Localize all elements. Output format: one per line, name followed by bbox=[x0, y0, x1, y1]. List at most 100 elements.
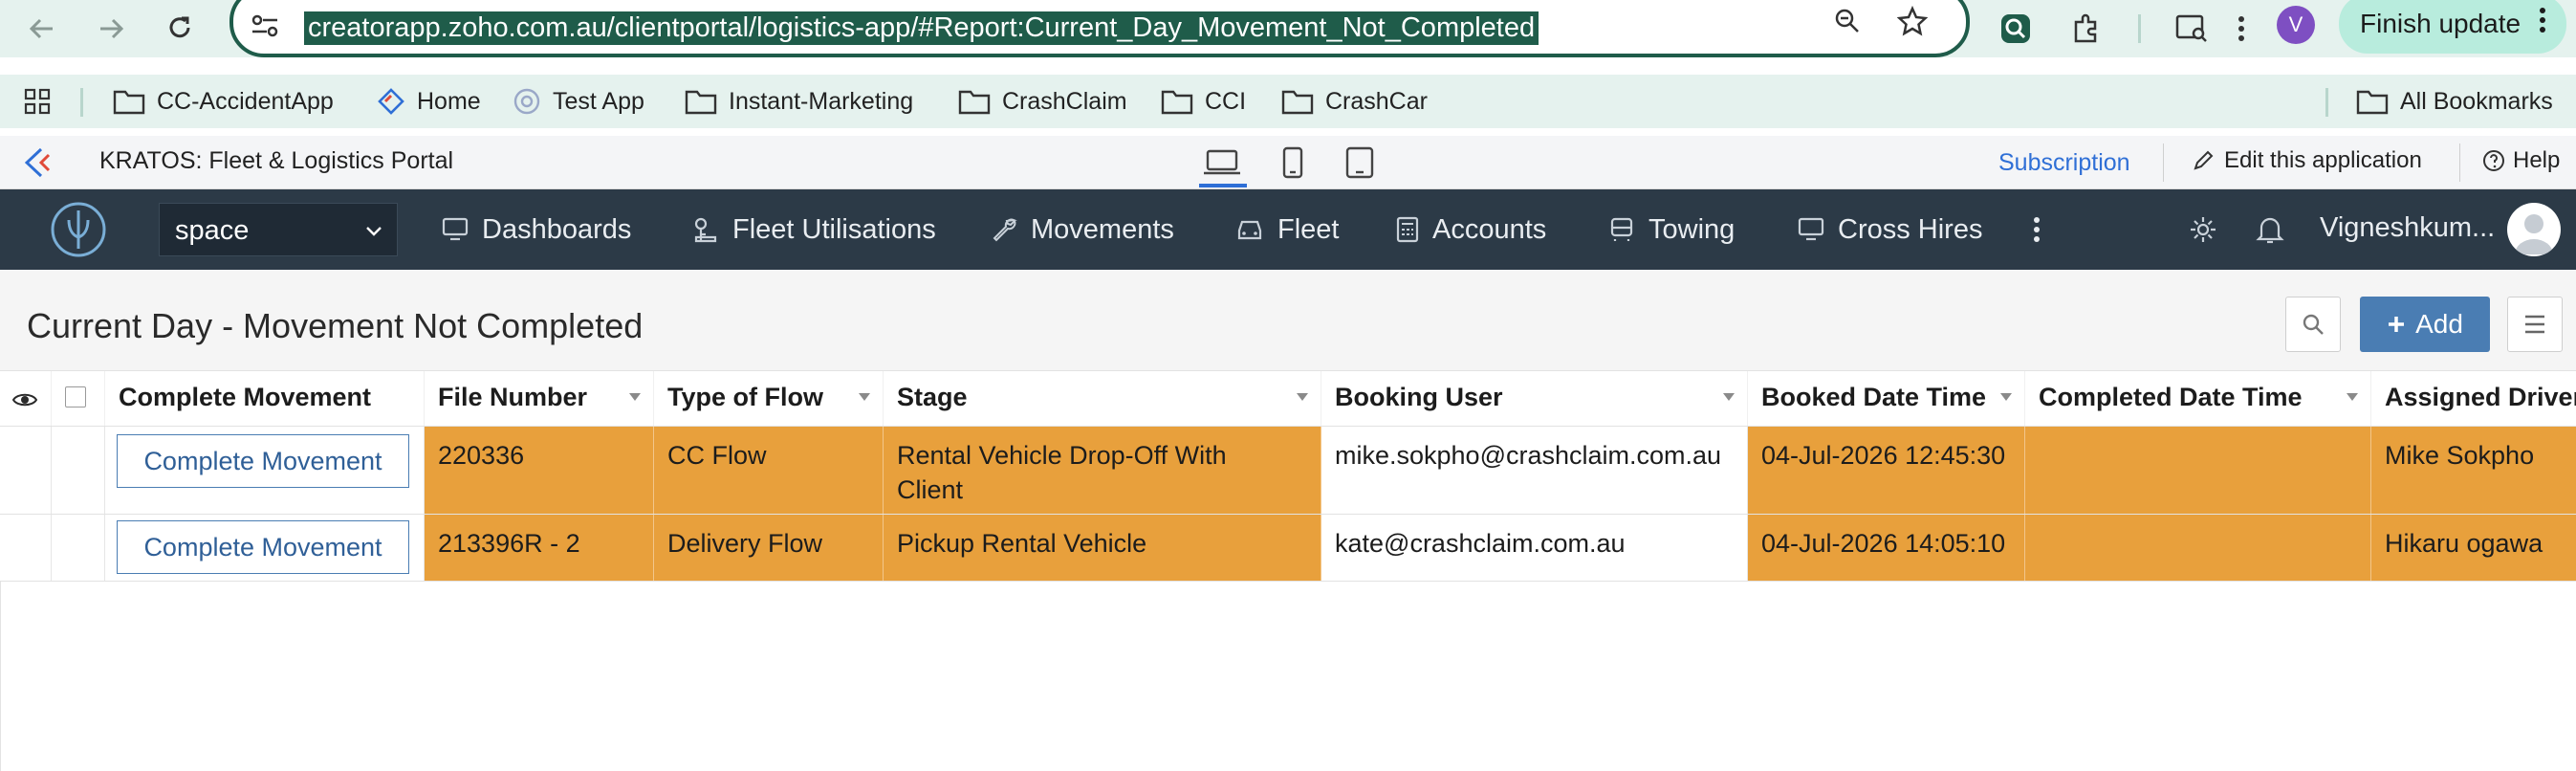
eye-icon bbox=[11, 393, 38, 407]
zoho-icon bbox=[378, 88, 404, 115]
pencil-icon bbox=[2194, 150, 2214, 170]
report-menu-button[interactable] bbox=[2507, 297, 2563, 352]
table-row[interactable]: Complete Movement 220336 CC Flow Rental … bbox=[0, 427, 2576, 515]
complete-movement-button[interactable]: Complete Movement bbox=[117, 434, 409, 488]
bookmark-label: CC-AccidentApp bbox=[157, 87, 334, 115]
column-header-label: Stage bbox=[897, 383, 968, 411]
settings-button[interactable] bbox=[2182, 209, 2224, 251]
column-header-booking-user[interactable]: Booking User bbox=[1321, 371, 1748, 426]
bookmark-crashcar[interactable]: CrashCar bbox=[1281, 84, 1428, 119]
caret-down-icon[interactable] bbox=[628, 392, 642, 402]
forward-button[interactable] bbox=[92, 10, 130, 48]
caret-down-icon[interactable] bbox=[2346, 392, 2359, 402]
address-bar[interactable]: creatorapp.zoho.com.au/clientportal/logi… bbox=[229, 0, 1970, 57]
nav-towing[interactable]: Towing bbox=[1608, 189, 1735, 270]
complete-movement-cell: Complete Movement bbox=[105, 427, 425, 514]
help-button[interactable]: Help bbox=[2482, 147, 2560, 174]
finish-update-button[interactable]: Finish update bbox=[2339, 0, 2566, 54]
user-name[interactable]: Vigneshkum... bbox=[2320, 212, 2495, 244]
back-button[interactable] bbox=[23, 10, 61, 48]
more-vertical-icon bbox=[2034, 217, 2040, 242]
booked-date-time-cell: 04-Jul-2026 12:45:30 bbox=[1748, 427, 2025, 514]
tab-search-icon[interactable] bbox=[2171, 8, 2213, 50]
complete-movement-button[interactable]: Complete Movement bbox=[117, 520, 409, 574]
nav-more-button[interactable] bbox=[2016, 209, 2058, 251]
column-header-stage[interactable]: Stage bbox=[884, 371, 1321, 426]
space-dropdown[interactable]: space bbox=[159, 203, 398, 256]
toolbar-divider bbox=[2138, 14, 2141, 43]
type-of-flow-cell: Delivery Flow bbox=[654, 515, 884, 581]
bookmarks-divider bbox=[2325, 88, 2328, 117]
nav-movements[interactable]: Movements bbox=[991, 189, 1174, 270]
user-icon bbox=[2515, 214, 2553, 254]
folder-icon bbox=[113, 90, 145, 115]
add-label: Add bbox=[2415, 309, 2463, 339]
bookmark-label: Instant-Marketing bbox=[729, 87, 914, 115]
bookmark-instant-marketing[interactable]: Instant-Marketing bbox=[685, 84, 913, 119]
report-empty-area bbox=[0, 582, 2576, 771]
reload-button[interactable] bbox=[161, 10, 199, 48]
arrow-right-icon bbox=[100, 18, 124, 39]
nav-cross-hires[interactable]: Cross Hires bbox=[1798, 189, 1982, 270]
completed-date-time-cell bbox=[2025, 515, 2371, 581]
desktop-view-icon[interactable] bbox=[1201, 143, 1243, 182]
report-search-button[interactable] bbox=[2285, 297, 2341, 352]
caret-down-icon[interactable] bbox=[858, 392, 871, 402]
chevron-down-icon bbox=[366, 227, 382, 236]
bookmark-label: CCI bbox=[1205, 87, 1247, 115]
user-avatar[interactable] bbox=[2507, 203, 2561, 256]
caret-down-icon[interactable] bbox=[1722, 392, 1736, 402]
column-header-file-number[interactable]: File Number bbox=[425, 371, 654, 426]
column-header-booked-date-time[interactable]: Booked Date Time bbox=[1748, 371, 2025, 426]
caret-down-icon[interactable] bbox=[1999, 392, 2013, 402]
nav-dashboards[interactable]: Dashboards bbox=[442, 189, 631, 270]
edit-application-label: Edit this application bbox=[2224, 147, 2422, 173]
table-row[interactable]: Complete Movement 213396R - 2 Delivery F… bbox=[0, 515, 2576, 582]
bookmark-test-app[interactable]: Test App bbox=[513, 84, 644, 119]
hamburger-icon bbox=[2525, 315, 2544, 334]
monitor-icon bbox=[1798, 217, 1824, 241]
mobile-view-icon[interactable] bbox=[1272, 143, 1314, 182]
monitor-icon bbox=[442, 217, 469, 241]
kebab-menu-icon[interactable] bbox=[2220, 8, 2262, 50]
apps-grid-button[interactable] bbox=[23, 84, 52, 119]
extensions-puzzle-icon[interactable] bbox=[2065, 8, 2107, 50]
table-header-row: Complete Movement File Number Type of Fl… bbox=[0, 371, 2576, 427]
zoom-icon[interactable] bbox=[1828, 2, 1867, 40]
folder-icon bbox=[685, 90, 717, 115]
bookmarks-divider bbox=[80, 88, 83, 117]
all-bookmarks-button[interactable]: All Bookmarks bbox=[2356, 84, 2553, 119]
subscription-link[interactable]: Subscription bbox=[1998, 149, 2130, 177]
column-header-completed-date-time[interactable]: Completed Date Time bbox=[2025, 371, 2371, 426]
bookmark-home[interactable]: Home bbox=[377, 84, 481, 119]
notifications-button[interactable] bbox=[2249, 209, 2291, 251]
column-header-complete-movement[interactable]: Complete Movement bbox=[105, 371, 425, 426]
edit-application-button[interactable]: Edit this application bbox=[2192, 147, 2422, 174]
booked-date-time-cell: 04-Jul-2026 14:05:10 bbox=[1748, 515, 2025, 581]
extension-search-icon[interactable] bbox=[1995, 8, 2037, 50]
wrench-icon bbox=[993, 218, 1017, 242]
caret-down-icon[interactable] bbox=[1296, 392, 1309, 402]
creator-logo-icon[interactable] bbox=[24, 147, 57, 183]
select-all-cell bbox=[52, 371, 105, 426]
plus-icon bbox=[2389, 317, 2405, 332]
add-record-button[interactable]: Add bbox=[2360, 297, 2490, 352]
bookmark-cc-accidentapp[interactable]: CC-AccidentApp bbox=[113, 84, 334, 119]
nav-label: Towing bbox=[1648, 213, 1736, 245]
bookmark-crashclaim[interactable]: CrashClaim bbox=[958, 84, 1127, 119]
url-text[interactable]: creatorapp.zoho.com.au/clientportal/logi… bbox=[304, 11, 1539, 45]
nav-accounts[interactable]: Accounts bbox=[1396, 189, 1546, 270]
bookmark-star-icon[interactable] bbox=[1893, 2, 1932, 40]
bookmark-cci[interactable]: CCI bbox=[1161, 84, 1246, 119]
tablet-view-icon[interactable] bbox=[1339, 143, 1381, 182]
profile-avatar[interactable]: V bbox=[2277, 6, 2315, 44]
column-header-assigned-driver[interactable]: Assigned Driver bbox=[2371, 371, 2576, 426]
nav-fleet[interactable]: Fleet bbox=[1235, 189, 1339, 270]
calculator-icon bbox=[1396, 216, 1419, 243]
site-settings-icon[interactable] bbox=[251, 13, 279, 43]
app-logo-icon[interactable] bbox=[48, 199, 109, 260]
nav-fleet-utilisations[interactable]: Fleet Utilisations bbox=[692, 189, 936, 270]
column-header-type-of-flow[interactable]: Type of Flow bbox=[654, 371, 884, 426]
select-all-checkbox[interactable] bbox=[65, 386, 86, 408]
column-visibility-cell[interactable] bbox=[0, 371, 52, 426]
